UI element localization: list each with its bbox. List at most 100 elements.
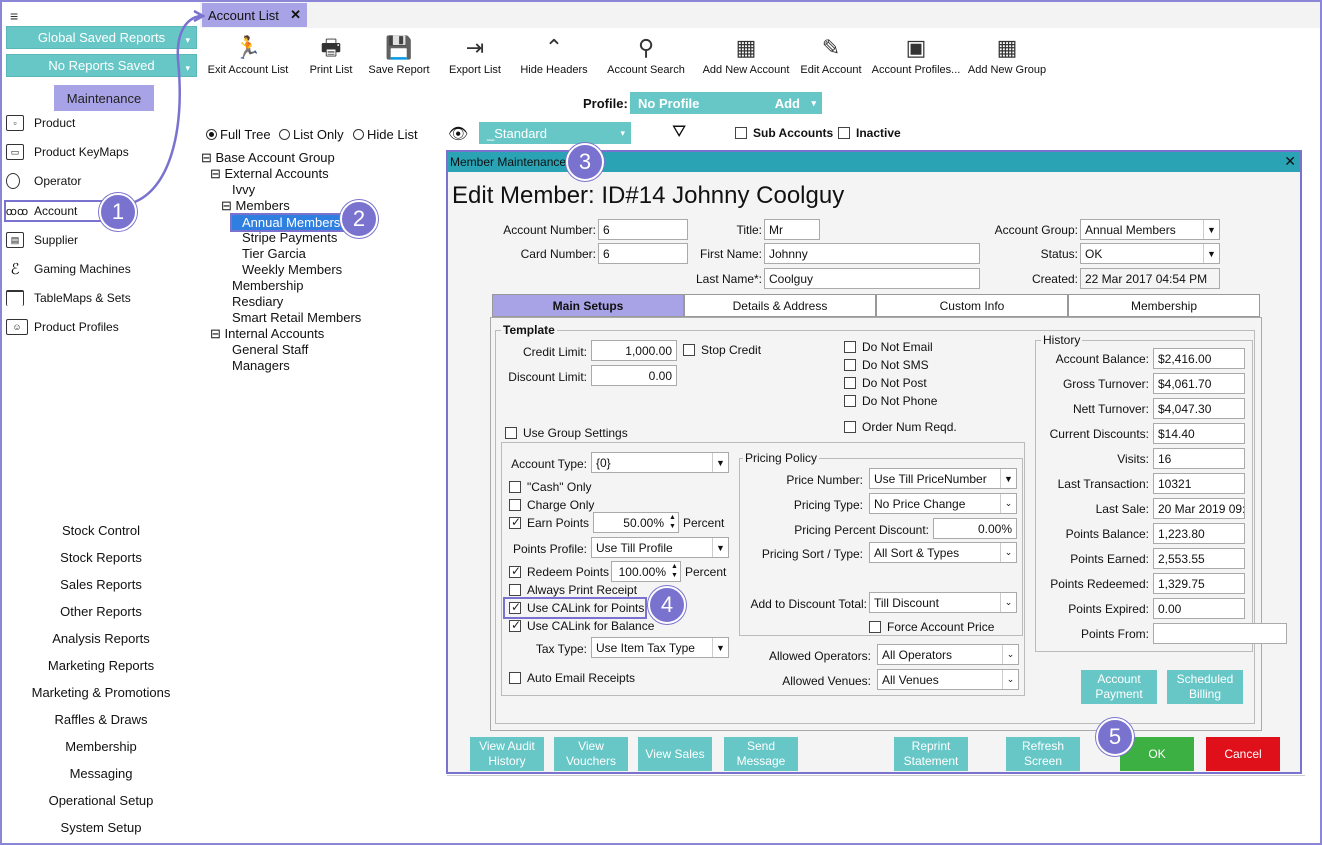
stepper-icon[interactable]: ▲ ▼ (671, 562, 678, 580)
tree-item-smart-retail-members[interactable]: Smart Retail Members (232, 310, 361, 325)
card-number-field[interactable]: 6 (598, 243, 688, 264)
list-only-radio[interactable]: List Only (279, 127, 344, 142)
pricing-type-select[interactable]: No Price Change ⌄ (869, 493, 1017, 514)
maintenance-header[interactable]: Maintenance (54, 85, 154, 111)
tree-item-weekly-members[interactable]: Weekly Members (242, 262, 342, 277)
nav-marketing-reports[interactable]: Marketing Reports (2, 658, 200, 673)
cancel-button[interactable]: Cancel (1206, 737, 1280, 771)
nav-system-setup[interactable]: System Setup (2, 820, 200, 835)
order-num-checkbox[interactable]: Order Num Reqd. (844, 420, 957, 434)
allowed-operators-select[interactable]: All Operators ⌄ (877, 644, 1019, 665)
tree-item-stripe-payments[interactable]: Stripe Payments (242, 230, 337, 245)
nav-analysis-reports[interactable]: Analysis Reports (2, 631, 200, 646)
send-message-button[interactable]: Send Message (724, 737, 798, 771)
close-icon[interactable]: ✕ (1284, 153, 1296, 170)
view-vouchers-button[interactable]: View Vouchers (554, 737, 628, 771)
hide-list-radio[interactable]: Hide List (353, 127, 418, 142)
profile-select[interactable]: No Profile Add ▾ (630, 92, 822, 114)
discount-limit-field[interactable]: 0.00 (591, 365, 677, 386)
tab-account-list[interactable]: Account List ✕ (202, 3, 307, 27)
nav-membership[interactable]: Membership (2, 739, 200, 754)
global-saved-reports-button[interactable]: Global Saved Reports ▾ (6, 26, 197, 49)
charge-only-checkbox[interactable]: Charge Only (509, 498, 594, 512)
account-payment-button[interactable]: Account Payment (1081, 670, 1157, 704)
nav-operational-setup[interactable]: Operational Setup (2, 793, 200, 808)
earn-points-checkbox[interactable]: Earn Points (509, 515, 589, 530)
account-number-field[interactable]: 6 (598, 219, 688, 240)
nav-raffles-draws[interactable]: Raffles & Draws (2, 712, 200, 727)
reprint-statement-button[interactable]: Reprint Statement (894, 737, 968, 771)
nav-messaging[interactable]: Messaging (2, 766, 200, 781)
layout-select[interactable]: _Standard ▾ (479, 122, 631, 144)
tab-details-address[interactable]: Details & Address (684, 294, 876, 317)
hide-headers-button[interactable]: ⌃ Hide Headers (518, 32, 590, 76)
use-calink-balance-checkbox[interactable]: Use CALink for Balance (509, 618, 654, 633)
no-reports-saved-button[interactable]: No Reports Saved ▾ (6, 54, 197, 77)
do-not-sms-checkbox[interactable]: Do Not SMS (844, 358, 929, 372)
tree-item-resdiary[interactable]: Resdiary (232, 294, 283, 309)
tree-item-external-accounts[interactable]: ⊟ External Accounts (210, 166, 329, 182)
stop-credit-checkbox[interactable]: Stop Credit (683, 343, 761, 357)
account-type-select[interactable]: {0} ▼ (591, 452, 729, 473)
tree-item-managers[interactable]: Managers (232, 358, 290, 373)
pricing-percent-field[interactable]: 0.00% (933, 518, 1017, 539)
tree-item-membership[interactable]: Membership (232, 278, 304, 293)
tree-item-members[interactable]: ⊟ Members (221, 198, 290, 214)
cash-only-checkbox[interactable]: "Cash" Only (509, 480, 592, 494)
price-number-select[interactable]: Use Till PriceNumber ▼ (869, 468, 1017, 489)
status-select[interactable]: OK ▼ (1080, 243, 1220, 264)
account-group-select[interactable]: Annual Members ▼ (1080, 219, 1220, 240)
tab-main-setups[interactable]: Main Setups (492, 294, 684, 317)
do-not-email-checkbox[interactable]: Do Not Email (844, 340, 933, 354)
scheduled-billing-button[interactable]: Scheduled Billing (1167, 670, 1243, 704)
tree-item-internal-accounts[interactable]: ⊟ Internal Accounts (210, 326, 324, 342)
sidebar-item-operator[interactable]: Operator (6, 170, 81, 192)
nav-marketing-promotions[interactable]: Marketing & Promotions (2, 685, 200, 700)
add-discount-select[interactable]: Till Discount ⌄ (869, 592, 1017, 613)
title-field[interactable]: Mr (764, 219, 820, 240)
use-group-settings-checkbox[interactable]: Use Group Settings (505, 426, 628, 440)
eye-icon[interactable]: 👁 (448, 124, 468, 144)
sidebar-item-product-profiles[interactable]: ☺ Product Profiles (6, 316, 119, 338)
add-new-group-button[interactable]: ▦ Add New Group (964, 32, 1050, 76)
nav-stock-reports[interactable]: Stock Reports (2, 550, 200, 565)
tab-custom-info[interactable]: Custom Info (876, 294, 1068, 317)
stepper-icon[interactable]: ▲ ▼ (669, 513, 676, 531)
nav-other-reports[interactable]: Other Reports (2, 604, 200, 619)
sidebar-item-product-keymaps[interactable]: ▭ Product KeyMaps (6, 141, 129, 163)
first-name-field[interactable]: Johnny (764, 243, 980, 264)
earn-points-percent-field[interactable]: 50.00% (593, 512, 679, 533)
sidebar-item-supplier[interactable]: ▤ Supplier (6, 229, 78, 251)
do-not-post-checkbox[interactable]: Do Not Post (844, 376, 927, 390)
view-audit-history-button[interactable]: View Audit History (470, 737, 544, 771)
pricing-sort-select[interactable]: All Sort & Types ⌄ (869, 542, 1017, 563)
always-print-receipt-checkbox[interactable]: Always Print Receipt (509, 583, 637, 597)
credit-limit-field[interactable]: 1,000.00 (591, 340, 677, 361)
hamburger-menu-icon[interactable]: ≡ (10, 8, 18, 24)
tree-item-ivvy[interactable]: Ivvy (232, 182, 255, 197)
add-profile-button[interactable]: Add (775, 96, 800, 111)
close-tab-icon[interactable]: ✕ (290, 7, 301, 23)
export-list-button[interactable]: ⇥ Export List (444, 32, 506, 76)
redeem-points-checkbox[interactable]: Redeem Points (509, 564, 609, 579)
exit-account-list-button[interactable]: 🏃 Exit Account List (206, 32, 290, 76)
sidebar-item-gaming-machines[interactable]: ℰ Gaming Machines (6, 258, 130, 280)
account-search-button[interactable]: ⚲ Account Search (604, 32, 688, 76)
edit-account-button[interactable]: ✎ Edit Account (796, 32, 866, 76)
nav-sales-reports[interactable]: Sales Reports (2, 577, 200, 592)
tree-item-base-account-group[interactable]: ⊟ Base Account Group (201, 150, 335, 166)
inactive-checkbox[interactable]: Inactive (838, 126, 901, 140)
sidebar-item-tablemaps[interactable]: TableMaps & Sets (6, 287, 131, 309)
filter-icon[interactable]: ⛛ (672, 122, 686, 142)
view-sales-button[interactable]: View Sales (638, 737, 712, 771)
add-new-account-button[interactable]: ▦ Add New Account (700, 32, 792, 76)
points-profile-select[interactable]: Use Till Profile ▼ (591, 537, 729, 558)
sub-accounts-checkbox[interactable]: Sub Accounts (735, 126, 833, 140)
nav-stock-control[interactable]: Stock Control (2, 523, 200, 538)
sidebar-item-product[interactable]: ▫ Product (6, 112, 75, 134)
tree-item-general-staff[interactable]: General Staff (232, 342, 308, 357)
tree-item-tier-garcia[interactable]: Tier Garcia (242, 246, 306, 261)
last-name-field[interactable]: Coolguy (764, 268, 980, 289)
refresh-screen-button[interactable]: Refresh Screen (1006, 737, 1080, 771)
tab-membership[interactable]: Membership (1068, 294, 1260, 317)
